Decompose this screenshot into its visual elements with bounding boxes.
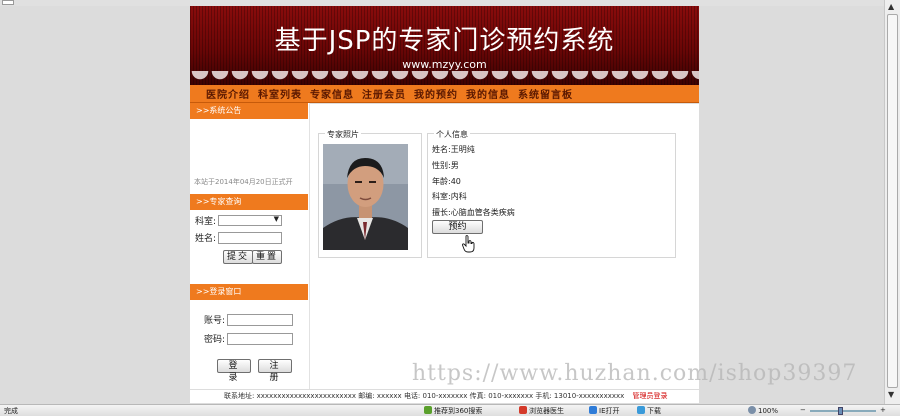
expert-name-input[interactable] (218, 231, 283, 244)
info-gender: 性别:男 (432, 160, 459, 171)
nav-my-info[interactable]: 我的信息 (466, 86, 510, 101)
login-button[interactable]: 登 录 (217, 359, 251, 383)
status-recommend-label: 推荐到360搜索 (434, 407, 483, 415)
info-gender-label: 性别: (432, 161, 451, 170)
info-department: 科室:内科 (432, 191, 467, 202)
site-footer: 联系地址: xxxxxxxxxxxxxxxxxxxxxxxx 邮编: xxxxx… (190, 389, 699, 403)
status-download[interactable]: 下载 (637, 406, 661, 416)
site-url: www.mzyy.com (402, 58, 487, 71)
page-container: 基于JSP的专家门诊预约系统 www.mzyy.com 医院介绍 科室列表 专家… (190, 6, 699, 403)
expert-photo-panel: 专家照片 (318, 129, 422, 258)
nav-department-list[interactable]: 科室列表 (258, 86, 302, 101)
hand-cursor-icon (462, 235, 475, 253)
account-input[interactable] (227, 313, 294, 326)
scroll-down-icon[interactable]: ▼ (888, 390, 894, 399)
site-banner: 基于JSP的专家门诊预约系统 www.mzyy.com (190, 6, 699, 85)
doctor-icon (519, 406, 527, 414)
expert-photo (323, 144, 408, 250)
scroll-up-icon[interactable]: ▲ (888, 2, 894, 11)
zoom-slider[interactable] (810, 410, 876, 412)
footer-mobile: 手机: 13010-xxxxxxxxxxx (535, 392, 625, 400)
info-name: 姓名:王明纯 (432, 144, 475, 155)
dropdown-caret-icon: ▼ (273, 215, 280, 223)
zoom-icon (748, 406, 756, 414)
dept-label: 科室: (195, 217, 217, 227)
thumb-up-icon (424, 406, 432, 414)
info-department-value: 内科 (450, 192, 467, 201)
info-age: 年龄:40 (432, 176, 461, 187)
watermark-text: https://www.huzhan.com/ishop39397 (412, 361, 858, 386)
status-download-label: 下载 (647, 407, 661, 415)
zoom-out-icon[interactable]: − (800, 406, 806, 414)
status-recommend-360[interactable]: 推荐到360搜索 (424, 406, 482, 416)
notice-marquee: 本站于2014年04月20日正式开 (194, 178, 293, 186)
nav-hospital-intro[interactable]: 医院介绍 (206, 86, 250, 101)
main-nav: 医院介绍 科室列表 专家信息 注册会员 我的预约 我的信息 系统留言板 (190, 85, 699, 103)
name-row: 姓名: (195, 231, 283, 244)
nav-my-appointments[interactable]: 我的预约 (414, 86, 458, 101)
expert-info-panel: 个人信息 姓名:王明纯 性别:男 年龄:40 科室:内科 擅长:心脑血管各类疾病… (427, 129, 676, 258)
nav-expert-info[interactable]: 专家信息 (310, 86, 354, 101)
status-zoom[interactable]: 100% (748, 406, 778, 415)
vertical-scrollbar[interactable]: ▲ ▼ (884, 0, 900, 404)
info-gender-value: 男 (450, 161, 459, 170)
nav-message-board[interactable]: 系统留言板 (518, 86, 573, 101)
password-row: 密码: (204, 332, 294, 345)
portrait-image (323, 144, 408, 250)
download-icon (637, 406, 645, 414)
book-appointment-button[interactable]: 预约 (432, 220, 483, 234)
status-doctor-label: 浏览器医生 (529, 407, 564, 415)
account-label: 账号: (204, 316, 226, 326)
browser-status-bar: 完成 推荐到360搜索 浏览器医生 IE打开 下载 100% − + (0, 404, 900, 416)
ie-icon (589, 406, 597, 414)
info-panel-title: 个人信息 (434, 129, 470, 140)
notice-header: >>系统公告 (190, 103, 308, 119)
window-thumb (2, 0, 14, 5)
nav-register-member[interactable]: 注册会员 (362, 86, 406, 101)
sidebar: >>系统公告 本站于2014年04月20日正式开 >>专家查询 科室: ▼ 姓名… (190, 103, 308, 389)
info-name-label: 姓名: (432, 145, 451, 154)
info-name-value: 王明纯 (450, 145, 475, 154)
column-divider (309, 103, 310, 389)
status-text: 完成 (4, 407, 18, 415)
info-specialty-value: 心脑血管各类疾病 (450, 208, 515, 217)
register-button[interactable]: 注 册 (258, 359, 292, 383)
status-ie-label: IE打开 (599, 407, 620, 415)
footer-postcode: 邮编: xxxxxx (358, 392, 402, 400)
footer-phone: 电话: 010-xxxxxxx (403, 392, 468, 400)
search-reset-button[interactable]: 重置 (252, 250, 283, 264)
search-submit-button[interactable]: 提交 (223, 250, 254, 264)
status-browser-doctor[interactable]: 浏览器医生 (519, 406, 564, 416)
password-label: 密码: (204, 335, 226, 345)
zoom-slider-knob[interactable] (838, 407, 843, 415)
footer-address: 联系地址: xxxxxxxxxxxxxxxxxxxxxxxx (224, 392, 357, 400)
zoom-level: 100% (758, 407, 779, 415)
info-age-label: 年龄: (432, 177, 451, 186)
footer-fax: 传真: 010-xxxxxxx (469, 392, 534, 400)
info-specialty-label: 擅长: (432, 208, 451, 217)
dept-row: 科室: ▼ (195, 214, 283, 227)
expert-search-header: >>专家查询 (190, 194, 308, 210)
info-specialty: 擅长:心脑血管各类疾病 (432, 207, 515, 218)
login-header: >>登录窗口 (190, 284, 308, 300)
site-title: 基于JSP的专家门诊预约系统 (274, 26, 615, 56)
name-label: 姓名: (195, 234, 217, 244)
scroll-thumb[interactable] (887, 14, 898, 388)
info-department-label: 科室: (432, 192, 451, 201)
password-input[interactable] (227, 332, 294, 345)
admin-login-link[interactable]: 管理员登录 (633, 392, 668, 400)
account-row: 账号: (204, 313, 294, 326)
content-header-bar (310, 103, 699, 119)
info-age-value: 40 (450, 177, 461, 186)
status-ie-open[interactable]: IE打开 (589, 406, 620, 416)
banner-decoration (190, 71, 699, 85)
dept-select[interactable]: ▼ (218, 215, 283, 226)
zoom-in-icon[interactable]: + (880, 406, 886, 414)
photo-panel-title: 专家照片 (325, 129, 361, 140)
